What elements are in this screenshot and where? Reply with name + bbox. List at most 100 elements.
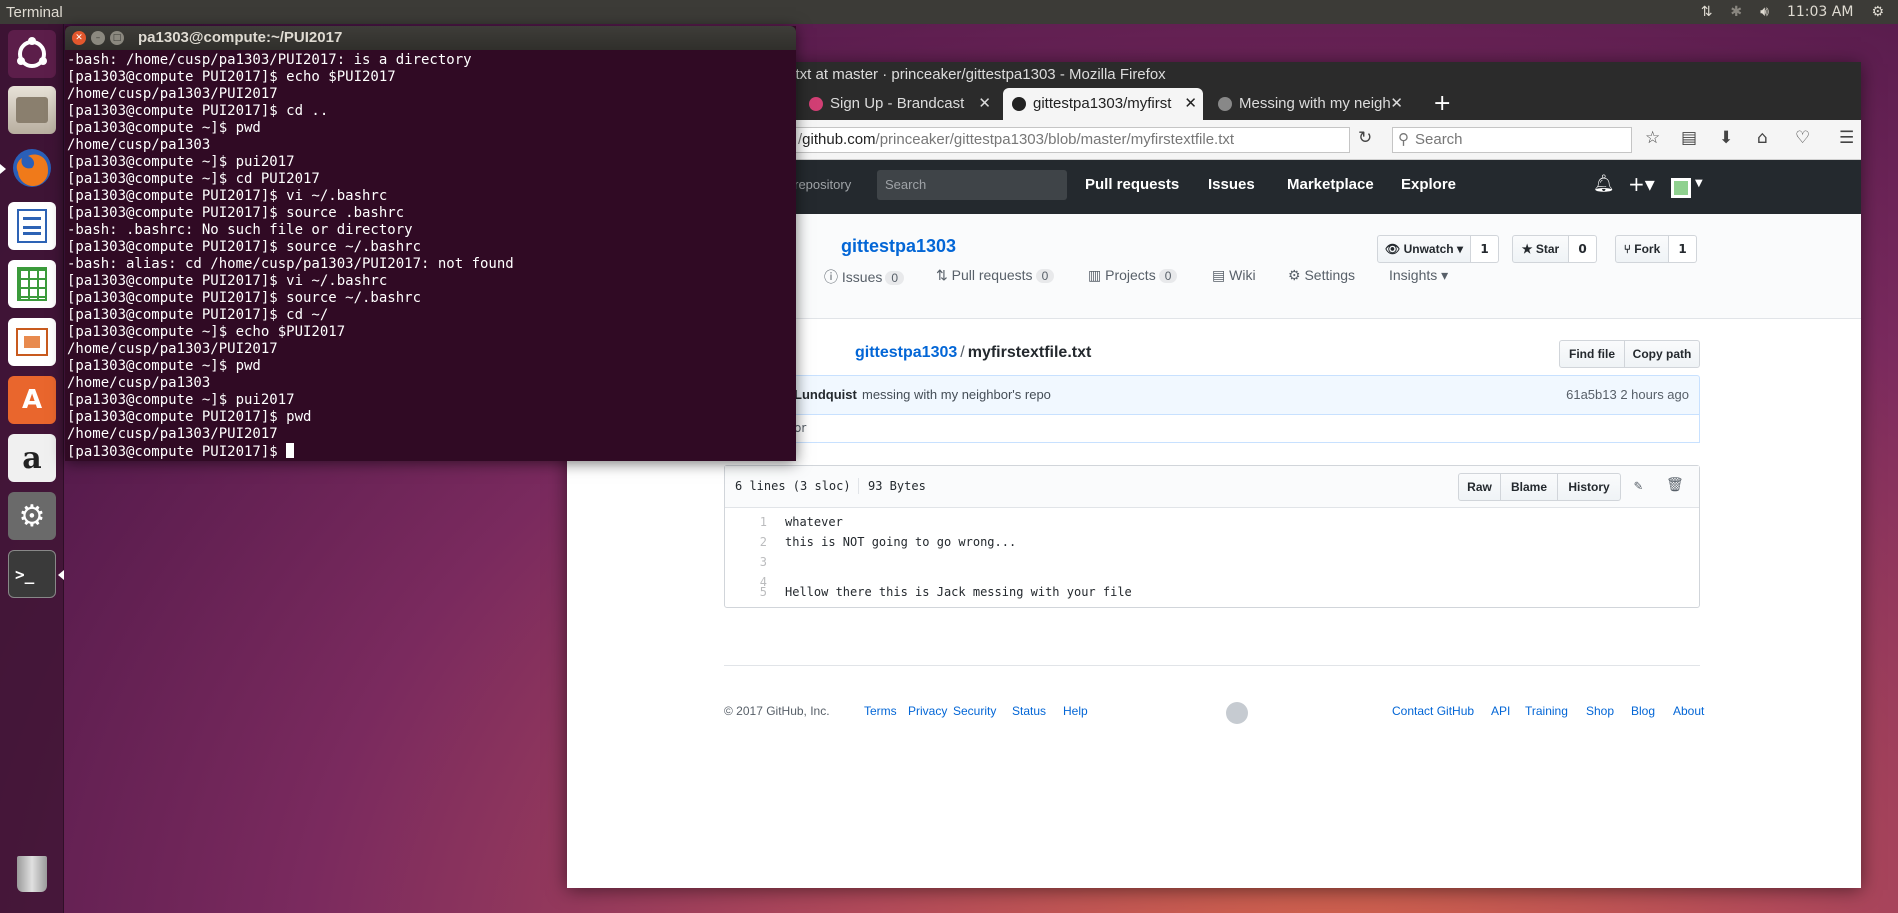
writer-icon[interactable] xyxy=(8,202,56,250)
network-icon[interactable]: ⇅ xyxy=(1701,4,1713,20)
github-search-input[interactable]: Search xyxy=(877,170,1067,200)
tab-issues[interactable]: ⓘ Issues 0 xyxy=(824,267,905,287)
new-tab-button[interactable]: + xyxy=(1433,88,1451,120)
terminal-output[interactable]: -bash: /home/cusp/pa1303/PUI2017: is a d… xyxy=(67,52,795,460)
software-center-icon[interactable]: A xyxy=(8,376,56,424)
create-new-plus-icon[interactable]: +▾ xyxy=(1628,172,1655,196)
volume-icon[interactable]: 🔊︎ xyxy=(1760,4,1769,20)
menu-icon[interactable]: ☰ xyxy=(1839,128,1854,148)
impress-icon[interactable] xyxy=(8,318,56,366)
file-size: 93 Bytes xyxy=(868,479,926,493)
trash-icon[interactable]: 🗑︎ xyxy=(1666,477,1684,493)
calc-icon[interactable] xyxy=(8,260,56,308)
footer-link-about[interactable]: About xyxy=(1673,704,1704,718)
breadcrumb: gittestpa1303/myfirstextfile.txt xyxy=(855,344,1091,362)
commit-sha-time[interactable]: 61a5b13 2 hours ago xyxy=(1566,376,1689,414)
reading-list-icon[interactable]: ▤ xyxy=(1681,128,1697,148)
firefox-running-indicator xyxy=(0,164,6,174)
bluetooth-icon[interactable]: ✱ xyxy=(1730,4,1742,20)
project-icon: ▥ xyxy=(1088,267,1102,283)
find-file-button[interactable]: Find file xyxy=(1559,340,1625,368)
tab-insights[interactable]: Insights ▾ xyxy=(1389,267,1448,284)
line-content: Hellow there this is Jack messing with y… xyxy=(785,585,1132,599)
files-icon[interactable] xyxy=(8,86,56,134)
close-icon[interactable]: ✕ xyxy=(1390,88,1403,120)
ubuntu-dash-icon[interactable] xyxy=(8,30,56,78)
tab-projects[interactable]: ▥ Projects 0 xyxy=(1088,267,1178,284)
breadcrumb-repo-link[interactable]: gittestpa1303 xyxy=(855,344,957,361)
terminal-line: [pa1303@compute ~]$ pui2017 xyxy=(67,154,295,170)
minimize-window-button[interactable]: – xyxy=(91,31,105,45)
search-placeholder: Search xyxy=(885,177,927,192)
tab-settings[interactable]: ⚙ Settings xyxy=(1288,267,1355,284)
line-number[interactable]: 1 xyxy=(725,512,767,532)
chevron-down-icon[interactable]: ▼ xyxy=(1695,178,1703,189)
pencil-icon[interactable]: ✎ xyxy=(1634,478,1642,494)
copy-path-button[interactable]: Copy path xyxy=(1624,340,1700,368)
commit-author[interactable]: Lundquist xyxy=(794,376,857,414)
footer-link-status[interactable]: Status xyxy=(1012,704,1046,718)
search-input[interactable]: ⚲ Search xyxy=(1392,127,1632,153)
home-icon[interactable]: ⌂ xyxy=(1757,128,1768,148)
footer-link-privacy[interactable]: Privacy xyxy=(908,704,947,718)
nav-issues[interactable]: Issues xyxy=(1208,176,1255,193)
github-mark-icon[interactable] xyxy=(1226,702,1248,724)
footer-link-security[interactable]: Security xyxy=(953,704,996,718)
terminal-icon[interactable]: >_ xyxy=(8,550,56,598)
breadcrumb-separator: / xyxy=(960,344,965,361)
tab-wiki[interactable]: ▤ Wiki xyxy=(1212,267,1256,284)
nav-pull-requests[interactable]: Pull requests xyxy=(1085,176,1179,193)
terminal-line: [pa1303@compute PUI2017]$ pwd xyxy=(67,409,312,425)
tab-github-file[interactable]: gittestpa1303/myfirst ✕ xyxy=(1003,88,1203,120)
blame-button[interactable]: Blame xyxy=(1500,473,1558,501)
trash-icon[interactable] xyxy=(8,850,56,898)
close-icon[interactable]: ✕ xyxy=(978,88,991,120)
terminal-titlebar[interactable]: ✕ – □ pa1303@compute:~/PUI2017 xyxy=(65,26,796,50)
footer-link-api[interactable]: API xyxy=(1491,704,1510,718)
footer-link-help[interactable]: Help xyxy=(1063,704,1088,718)
clock[interactable]: 11:03 AM xyxy=(1787,4,1853,20)
reload-icon[interactable]: ↻ xyxy=(1358,128,1372,148)
footer-link-shop[interactable]: Shop xyxy=(1586,704,1614,718)
tab-label: Insights xyxy=(1389,267,1438,283)
footer-link-terms[interactable]: Terms xyxy=(864,704,897,718)
terminal-line: [pa1303@compute PUI2017]$ source .bashrc xyxy=(67,205,405,221)
search-icon: ⚲ xyxy=(1398,131,1409,148)
commit-message[interactable]: messing with my neighbor's repo xyxy=(862,376,1051,414)
download-icon[interactable]: ⬇ xyxy=(1719,128,1733,148)
raw-button[interactable]: Raw xyxy=(1458,473,1501,501)
tab-label: Projects xyxy=(1105,267,1156,283)
brandcast-favicon xyxy=(809,97,823,111)
line-number[interactable]: 2 xyxy=(725,532,767,552)
close-window-button[interactable]: ✕ xyxy=(72,31,86,45)
line-number[interactable]: 5 xyxy=(725,582,767,602)
footer-link-contact[interactable]: Contact GitHub xyxy=(1392,704,1474,718)
notification-bell-icon[interactable]: 🔔︎ xyxy=(1593,174,1615,194)
line-number[interactable]: 3 xyxy=(725,552,767,572)
github-favicon xyxy=(1012,97,1026,111)
tab-label: Wiki xyxy=(1229,267,1256,283)
tab-pull-requests[interactable]: ⇅ Pull requests 0 xyxy=(936,267,1055,284)
nav-marketplace[interactable]: Marketplace xyxy=(1287,176,1374,193)
tab-brandcast[interactable]: Sign Up - Brandcast ✕ xyxy=(800,88,997,120)
tab-messing[interactable]: Messing with my neigh ✕ xyxy=(1209,88,1409,120)
firefox-icon[interactable] xyxy=(8,144,56,192)
terminal-line: -bash: alias: cd /home/cusp/pa1303/PUI20… xyxy=(67,256,514,272)
terminal-line: [pa1303@compute ~]$ cd PUI2017 xyxy=(67,171,320,187)
history-button[interactable]: History xyxy=(1557,473,1621,501)
footer-link-training[interactable]: Training xyxy=(1525,704,1568,718)
close-icon[interactable]: ✕ xyxy=(1184,88,1197,120)
search-placeholder: Search xyxy=(1415,131,1463,148)
terminal-line: -bash: /home/cusp/pa1303/PUI2017: is a d… xyxy=(67,52,472,68)
nav-explore[interactable]: Explore xyxy=(1401,176,1456,193)
footer-link-blog[interactable]: Blog xyxy=(1631,704,1655,718)
amazon-icon[interactable]: a xyxy=(8,434,56,482)
terminal-cursor xyxy=(286,443,295,458)
pocket-icon[interactable]: ♡ xyxy=(1795,128,1810,148)
system-settings-icon[interactable]: ⚙ xyxy=(8,492,56,540)
maximize-window-button[interactable]: □ xyxy=(110,31,124,45)
avatar[interactable] xyxy=(1671,178,1691,198)
bookmark-star-icon[interactable]: ☆ xyxy=(1645,128,1660,148)
gear-icon[interactable]: ⚙ xyxy=(1871,4,1884,20)
terminal-window[interactable]: ✕ – □ pa1303@compute:~/PUI2017 -bash: /h… xyxy=(65,26,796,461)
